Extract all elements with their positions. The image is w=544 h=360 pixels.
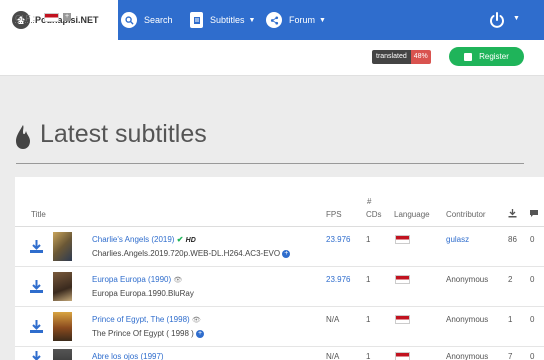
comment-count: 0 xyxy=(530,352,535,360)
cds-value: 1 xyxy=(366,315,371,324)
release-name: Europa Europa.1990.BluRay xyxy=(92,289,194,298)
eye-icon: 👁 xyxy=(173,277,183,284)
download-icon[interactable] xyxy=(30,240,43,253)
check-icon: ✔ xyxy=(176,235,184,244)
col-cds[interactable]: CDs xyxy=(366,210,382,219)
release-name: Charlies.Angels.2019.720p.WEB-DL.H264.AC… xyxy=(92,249,281,258)
movie-title-link[interactable]: Charlie's Angels (2019) xyxy=(92,235,174,244)
fps-value: 23.976 xyxy=(326,235,351,244)
register-button[interactable]: Register xyxy=(449,47,524,66)
table-row[interactable]: Europa Europa (1990) 👁 Europa Europa.199… xyxy=(15,267,544,307)
nav-subtitles[interactable]: Subtitles ▼ xyxy=(190,0,255,40)
cds-value: 1 xyxy=(366,235,371,244)
flag-icon xyxy=(395,275,410,284)
chevron-down-icon: ▼ xyxy=(248,16,256,24)
cds-value: 1 xyxy=(366,352,371,360)
translated-percent: 48% xyxy=(410,50,431,64)
fps-value: 23.976 xyxy=(326,275,351,284)
plus-circle-icon[interactable]: + xyxy=(282,249,291,258)
comment-count: 0 xyxy=(530,275,535,284)
release-name: The Prince Of Egypt ( 1998 ) xyxy=(92,329,194,338)
comment-count: 0 xyxy=(530,315,535,324)
subtitle-title-line: Charlie's Angels (2019) ✔ HD xyxy=(92,235,196,244)
comment-count: 0 xyxy=(530,235,535,244)
fps-value: N/A xyxy=(326,315,340,324)
subtitle-title-line: Prince of Egypt, The (1998) 👁 xyxy=(92,315,201,324)
download-icon[interactable] xyxy=(30,280,43,293)
contributor-link[interactable]: gulasz xyxy=(446,235,469,244)
glf-label[interactable]: GLF : xyxy=(15,14,35,23)
flag-icon[interactable] xyxy=(44,13,59,22)
power-icon[interactable] xyxy=(488,11,506,29)
download-count: 7 xyxy=(508,352,513,360)
download-count-icon[interactable] xyxy=(508,209,517,218)
release-name-line: The Prince Of Egypt ( 1998 ) + xyxy=(92,329,205,338)
col-title[interactable]: Title xyxy=(31,210,46,219)
contributor-name: Anonymous xyxy=(446,315,489,324)
movie-title-link[interactable]: Europa Europa (1990) xyxy=(92,275,171,284)
download-count: 1 xyxy=(508,315,513,324)
edit-icon xyxy=(464,52,473,61)
translated-badge: translated 48% xyxy=(372,50,431,64)
contributor-name: Anonymous xyxy=(446,352,489,360)
fps-value: N/A xyxy=(326,352,340,360)
col-language[interactable]: Language xyxy=(394,210,430,219)
nav-search[interactable]: Search xyxy=(121,0,173,40)
download-count: 2 xyxy=(508,275,513,284)
top-navbar: Podnapisi.NET Search Subtitles ▼ Forum ▼… xyxy=(0,0,544,40)
table-row[interactable]: Prince of Egypt, The (1998) 👁 The Prince… xyxy=(15,307,544,347)
eye-icon: 👁 xyxy=(191,317,201,324)
download-icon[interactable] xyxy=(30,320,43,333)
nav-subtitles-label: Subtitles xyxy=(210,15,245,25)
plus-icon[interactable]: + xyxy=(63,13,71,21)
download-icon[interactable] xyxy=(30,351,43,360)
movie-poster[interactable] xyxy=(53,232,72,261)
translated-label: translated xyxy=(372,50,411,64)
hd-badge: HD xyxy=(185,237,196,244)
col-cds-hash[interactable]: # xyxy=(367,197,371,206)
title-divider xyxy=(16,163,524,164)
search-icon xyxy=(121,12,137,28)
contributor-name: Anonymous xyxy=(446,275,489,284)
flag-icon xyxy=(395,352,410,360)
flame-icon xyxy=(16,125,30,149)
chevron-down-icon[interactable]: ▼ xyxy=(513,15,520,22)
cds-value: 1 xyxy=(366,275,371,284)
movie-title-link[interactable]: Abre los ojos (1997) xyxy=(92,352,164,360)
comments-icon[interactable] xyxy=(529,209,539,218)
plus-circle-icon[interactable]: + xyxy=(196,329,205,338)
movie-poster[interactable] xyxy=(53,272,72,301)
col-contributor[interactable]: Contributor xyxy=(446,210,486,219)
document-icon xyxy=(190,12,203,28)
nav-forum[interactable]: Forum ▼ xyxy=(266,0,326,40)
share-icon xyxy=(266,12,282,28)
col-fps[interactable]: FPS xyxy=(326,210,342,219)
table-row[interactable]: Charlie's Angels (2019) ✔ HD Charlies.An… xyxy=(15,227,544,267)
nav-search-label: Search xyxy=(144,15,173,25)
movie-poster[interactable] xyxy=(53,349,72,360)
release-name-line: Charlies.Angels.2019.720p.WEB-DL.H264.AC… xyxy=(92,249,291,258)
register-label: Register xyxy=(479,52,509,61)
flag-icon xyxy=(395,235,410,244)
chevron-down-icon: ▼ xyxy=(319,16,326,24)
movie-poster[interactable] xyxy=(53,312,72,341)
flag-icon xyxy=(395,315,410,324)
nav-forum-label: Forum xyxy=(289,15,316,25)
table-row[interactable]: Abre los ojos (1997) N/A 1 Anonymous 7 0 xyxy=(15,347,544,360)
download-count: 86 xyxy=(508,235,517,244)
movie-title-link[interactable]: Prince of Egypt, The (1998) xyxy=(92,315,190,324)
subtitle-title-line: Europa Europa (1990) 👁 xyxy=(92,275,182,284)
page-title: Latest subtitles xyxy=(40,120,207,148)
